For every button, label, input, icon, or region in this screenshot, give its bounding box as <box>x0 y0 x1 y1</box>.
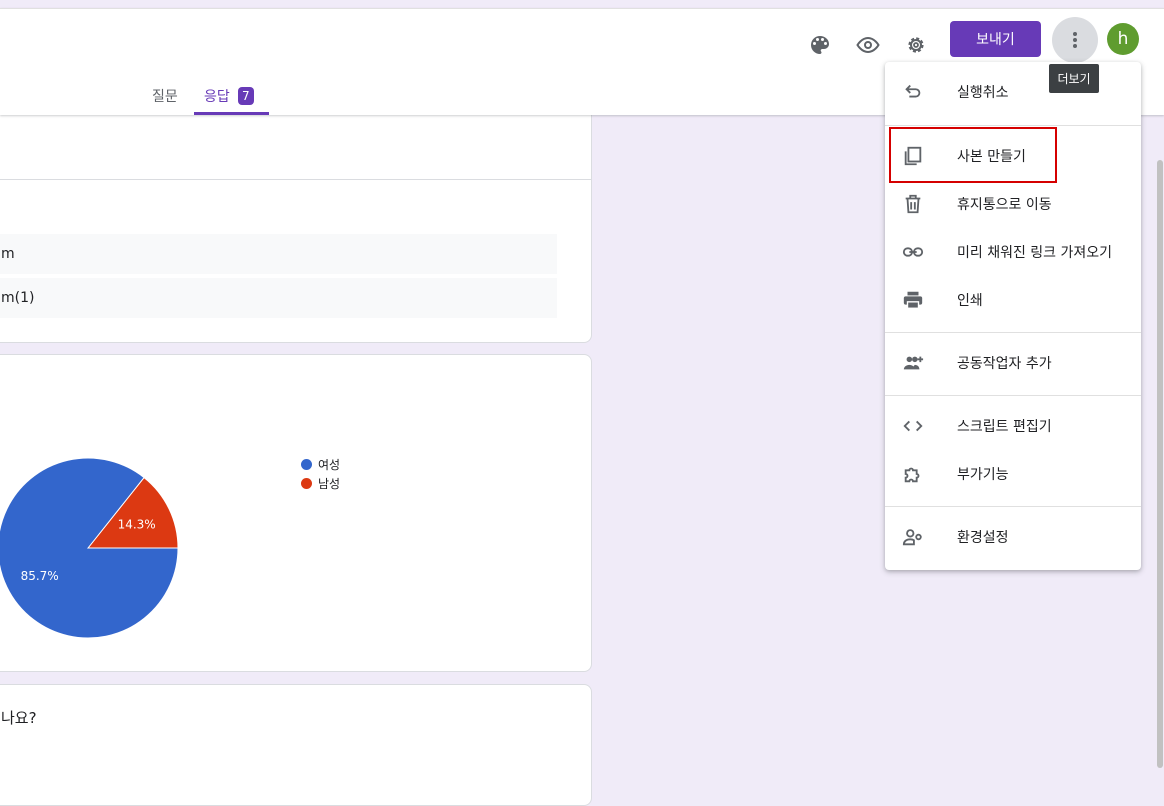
menu-item-label: 공동작업자 추가 <box>957 356 1052 372</box>
legend-item: 여성 <box>301 456 340 473</box>
menu-item-label: 인쇄 <box>957 293 983 309</box>
puzzle-icon <box>901 462 925 486</box>
menu-item-label: 환경설정 <box>957 530 1009 546</box>
legend-label: 남성 <box>318 477 341 491</box>
menu-item-label: 휴지통으로 이동 <box>957 197 1052 213</box>
summary-row-text: m <box>1 246 15 262</box>
user-avatar[interactable]: h <box>1107 23 1139 55</box>
highlight-box <box>889 127 1057 183</box>
link-icon <box>901 240 925 264</box>
chart-card: 14.3% 85.7% 여성 남성 <box>0 354 592 672</box>
menu-item-add-ons[interactable]: 부가기능 <box>885 450 1141 498</box>
menu-item-print[interactable]: 인쇄 <box>885 276 1141 324</box>
code-icon <box>901 414 925 438</box>
tab-responses-label: 응답 <box>204 89 230 105</box>
send-button[interactable]: 보내기 <box>950 21 1041 57</box>
tab-questions[interactable]: 질문 <box>152 86 178 106</box>
more-tooltip: 더보기 <box>1049 64 1099 93</box>
trash-icon <box>901 192 925 216</box>
card-divider <box>0 179 591 180</box>
preview-eye-icon[interactable] <box>848 25 888 65</box>
question-title: 나요? <box>1 709 37 727</box>
legend-dot <box>301 459 312 470</box>
menu-item-preferences[interactable]: 환경설정 <box>885 513 1141 561</box>
menu-item-script-editor[interactable]: 스크립트 편집기 <box>885 402 1141 450</box>
legend-label: 여성 <box>318 458 341 472</box>
question-card: 나요? <box>0 684 592 806</box>
person-settings-icon <box>901 525 925 549</box>
legend-dot <box>301 478 312 489</box>
menu-divider <box>885 332 1141 333</box>
print-icon <box>901 288 925 312</box>
summary-row-text: m(1) <box>1 290 35 306</box>
menu-item-label: 스크립트 편집기 <box>957 419 1052 435</box>
summary-row: m <box>0 234 557 274</box>
settings-gear-icon[interactable] <box>896 25 936 65</box>
pie-slice-label: 85.7% <box>21 569 59 583</box>
menu-divider <box>885 506 1141 507</box>
add-people-icon <box>901 351 925 375</box>
menu-item-undo[interactable]: 실행취소 <box>885 68 1141 116</box>
tab-responses[interactable]: 응답 7 <box>204 86 254 106</box>
menu-item-move-to-trash[interactable]: 휴지통으로 이동 <box>885 180 1141 228</box>
palette-icon[interactable] <box>800 25 840 65</box>
menu-divider <box>885 395 1141 396</box>
menu-item-label: 미리 채워진 링크 가져오기 <box>957 245 1113 261</box>
summary-card: m m(1) <box>0 105 592 343</box>
undo-icon <box>901 80 925 104</box>
response-count-badge: 7 <box>237 87 254 105</box>
summary-row: m(1) <box>0 278 557 318</box>
more-options-icon[interactable] <box>1052 17 1098 63</box>
pie-chart: 14.3% 85.7% <box>0 457 179 639</box>
pie-slice-label: 14.3% <box>118 518 156 532</box>
scrollbar-thumb[interactable] <box>1157 160 1163 768</box>
menu-item-label: 부가기능 <box>957 467 1009 483</box>
menu-item-add-collaborators[interactable]: 공동작업자 추가 <box>885 339 1141 387</box>
menu-item-label: 실행취소 <box>957 85 1009 101</box>
active-tab-indicator <box>194 112 269 115</box>
legend-item: 남성 <box>301 475 340 492</box>
menu-divider <box>885 125 1141 126</box>
menu-item-prefilled-link[interactable]: 미리 채워진 링크 가져오기 <box>885 228 1141 276</box>
